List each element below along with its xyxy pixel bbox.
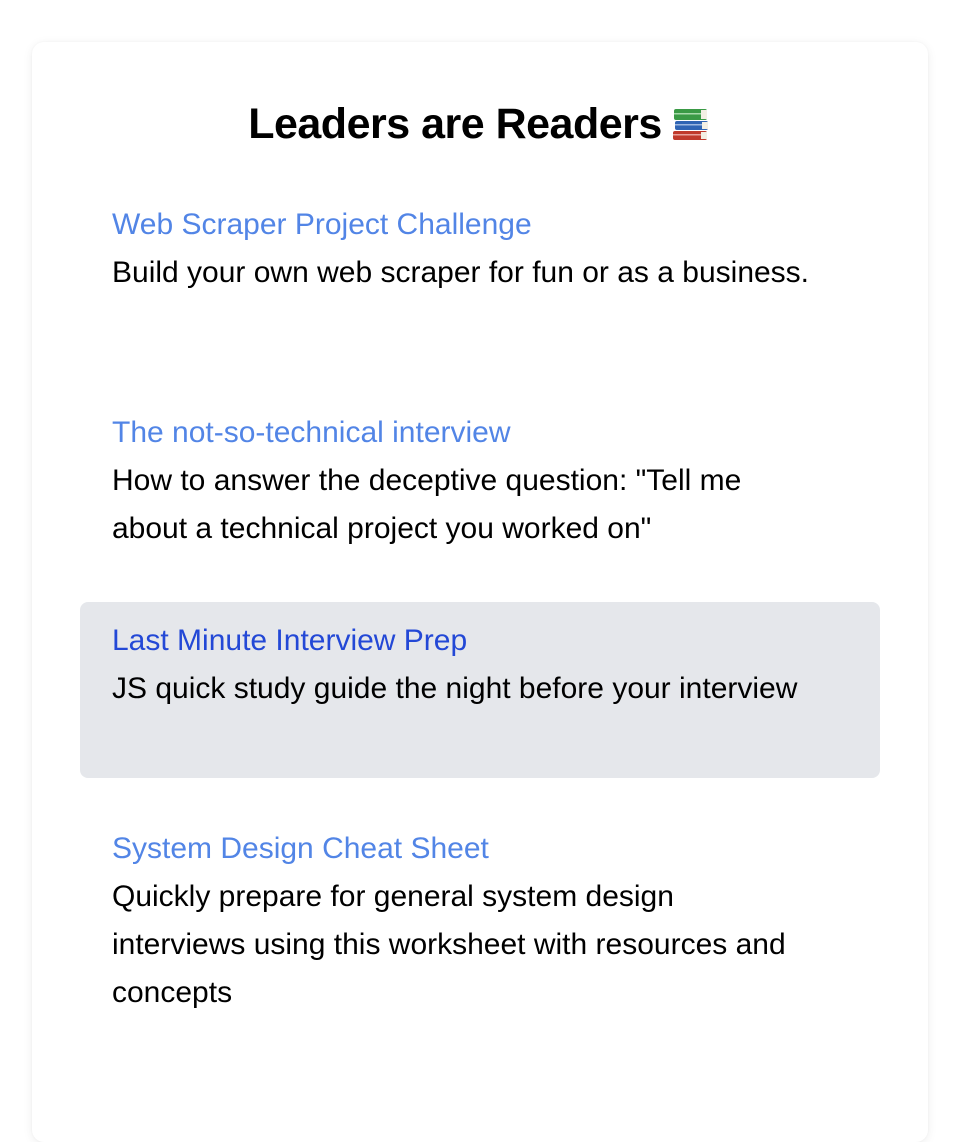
articles-card: Leaders are Readers Web Scraper Project …: [32, 42, 928, 1142]
page-title: Leaders are Readers: [32, 96, 928, 152]
article-description: JS quick study guide the night before yo…: [112, 672, 798, 705]
article-title[interactable]: The not-so-technical interview: [112, 409, 848, 457]
article-description: How to answer the deceptive question: "T…: [112, 464, 742, 545]
article-title[interactable]: System Design Cheat Sheet: [112, 825, 848, 873]
article-item-last-minute-interview-prep[interactable]: Last Minute Interview Prep JS quick stud…: [80, 602, 880, 778]
article-title[interactable]: Last Minute Interview Prep: [112, 617, 848, 665]
article-item-system-design-cheat-sheet[interactable]: System Design Cheat Sheet Quickly prepar…: [80, 825, 880, 1017]
article-description: Quickly prepare for general system desig…: [112, 880, 786, 1009]
article-item-web-scraper[interactable]: Web Scraper Project Challenge Build your…: [80, 201, 880, 297]
books-icon: [672, 109, 708, 140]
article-description: Build your own web scraper for fun or as…: [112, 256, 810, 289]
article-title[interactable]: Web Scraper Project Challenge: [112, 201, 848, 249]
article-item-not-so-technical-interview[interactable]: The not-so-technical interview How to an…: [80, 409, 880, 553]
page-title-text: Leaders are Readers: [248, 100, 662, 148]
